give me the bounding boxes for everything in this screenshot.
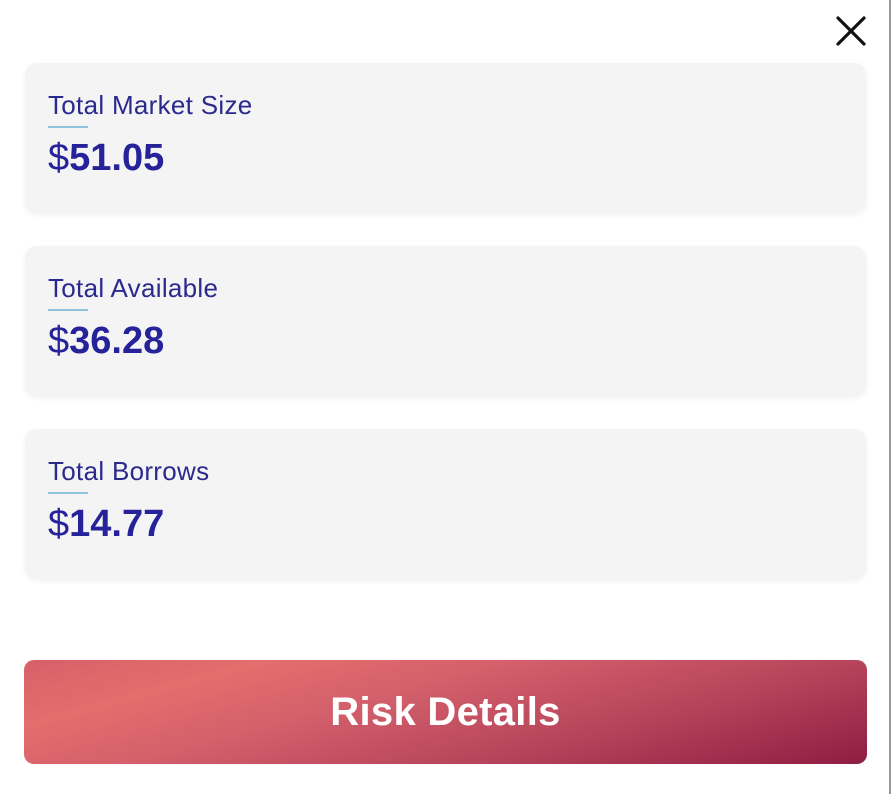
close-button[interactable] xyxy=(833,13,869,49)
stat-value: $51.05 xyxy=(48,136,866,188)
label-underline xyxy=(48,492,88,494)
label-underline xyxy=(48,309,88,311)
risk-details-button[interactable]: Risk Details xyxy=(24,660,867,764)
stat-card-borrows: Total Borrows $14.77 xyxy=(25,429,866,579)
stat-card-available: Total Available $36.28 xyxy=(25,246,866,396)
currency-symbol: $ xyxy=(48,137,70,179)
label-underline xyxy=(48,126,88,128)
stat-label: Total Borrows xyxy=(48,456,210,486)
stat-amount: 14.77 xyxy=(69,503,165,545)
stat-label: Total Available xyxy=(48,273,219,303)
close-icon xyxy=(836,16,866,46)
market-details-modal: Total Market Size $51.05 Total Available… xyxy=(0,0,891,794)
stat-amount: 51.05 xyxy=(69,137,165,179)
stat-card-market-size: Total Market Size $51.05 xyxy=(25,63,866,213)
stat-value: $14.77 xyxy=(48,502,866,554)
stat-label: Total Market Size xyxy=(48,90,253,120)
currency-symbol: $ xyxy=(48,503,70,545)
risk-details-label: Risk Details xyxy=(330,689,561,734)
currency-symbol: $ xyxy=(48,320,70,362)
stat-amount: 36.28 xyxy=(69,320,165,362)
stat-value: $36.28 xyxy=(48,319,866,371)
